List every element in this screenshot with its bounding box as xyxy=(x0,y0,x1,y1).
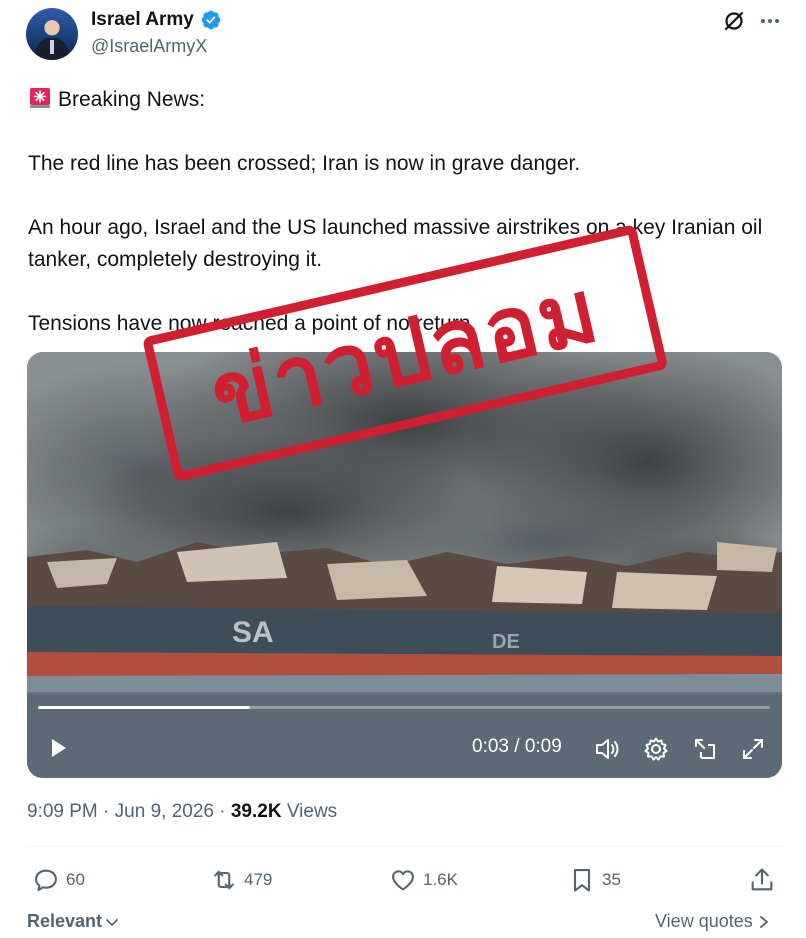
repost-icon xyxy=(214,870,234,890)
bookmark-count: 35 xyxy=(602,870,621,889)
views-count: 39.2K xyxy=(230,801,282,822)
more-options-icon[interactable] xyxy=(758,9,782,33)
sort-replies-dropdown[interactable]: Relevant xyxy=(27,911,120,932)
share-icon xyxy=(751,868,773,891)
sort-label: Relevant xyxy=(27,911,103,931)
heart-icon xyxy=(392,870,414,891)
verified-badge-icon xyxy=(201,10,221,30)
divider xyxy=(27,846,782,847)
like-count: 1.6K xyxy=(423,870,458,889)
meta-separator: · xyxy=(213,801,231,822)
video-progress-fill xyxy=(38,706,251,709)
settings-icon[interactable] xyxy=(643,736,669,762)
tweet-line-1: Breaking News: xyxy=(28,84,778,116)
author-handle[interactable]: @IsraelArmyX xyxy=(91,36,207,57)
reply-icon xyxy=(35,869,57,891)
view-quotes-link[interactable]: View quotes xyxy=(655,911,771,932)
views-label: Views xyxy=(281,801,338,822)
repost-button[interactable]: 479 xyxy=(210,866,272,894)
meta-separator: · xyxy=(97,801,115,822)
volume-icon[interactable] xyxy=(594,736,620,762)
repost-count: 479 xyxy=(244,870,273,889)
tweet-line-3: An hour ago, Israel and the US launched … xyxy=(28,216,763,271)
chevron-right-icon xyxy=(759,915,768,928)
play-icon[interactable] xyxy=(46,736,70,760)
tweet-line-1-text: Breaking News: xyxy=(58,88,206,111)
siren-icon xyxy=(30,88,50,108)
ship-text-1: SA xyxy=(232,616,274,649)
video-progress-bar[interactable] xyxy=(38,706,770,709)
tweet: Israel Army @IsraelArmyX Breaking News: … xyxy=(0,0,806,938)
bookmark-button[interactable]: 35 xyxy=(568,866,621,894)
view-quotes-label: View quotes xyxy=(655,911,753,931)
tweet-meta: 9:09 PM · Jun 9, 2026 · 39.2K Views xyxy=(27,801,337,823)
grok-icon[interactable] xyxy=(722,9,746,33)
fullscreen-icon[interactable] xyxy=(740,736,766,762)
bookmark-icon xyxy=(573,869,591,892)
tweet-date[interactable]: Jun 9, 2026 xyxy=(115,801,214,822)
author-display-name[interactable]: Israel Army xyxy=(91,9,194,31)
reply-button[interactable]: 60 xyxy=(32,866,85,894)
popout-icon[interactable] xyxy=(692,736,718,762)
share-button[interactable] xyxy=(748,866,776,894)
video-time: 0:03 / 0:09 xyxy=(472,736,562,757)
author-row: Israel Army xyxy=(91,9,222,31)
chevron-down-icon xyxy=(106,918,118,926)
like-button[interactable]: 1.6K xyxy=(389,866,458,894)
ship-text-2: DE xyxy=(492,631,520,653)
reply-count: 60 xyxy=(66,870,85,889)
avatar[interactable] xyxy=(26,8,78,60)
tweet-time[interactable]: 9:09 PM xyxy=(27,801,98,822)
tweet-line-2: The red line has been crossed; Iran is n… xyxy=(28,152,581,175)
